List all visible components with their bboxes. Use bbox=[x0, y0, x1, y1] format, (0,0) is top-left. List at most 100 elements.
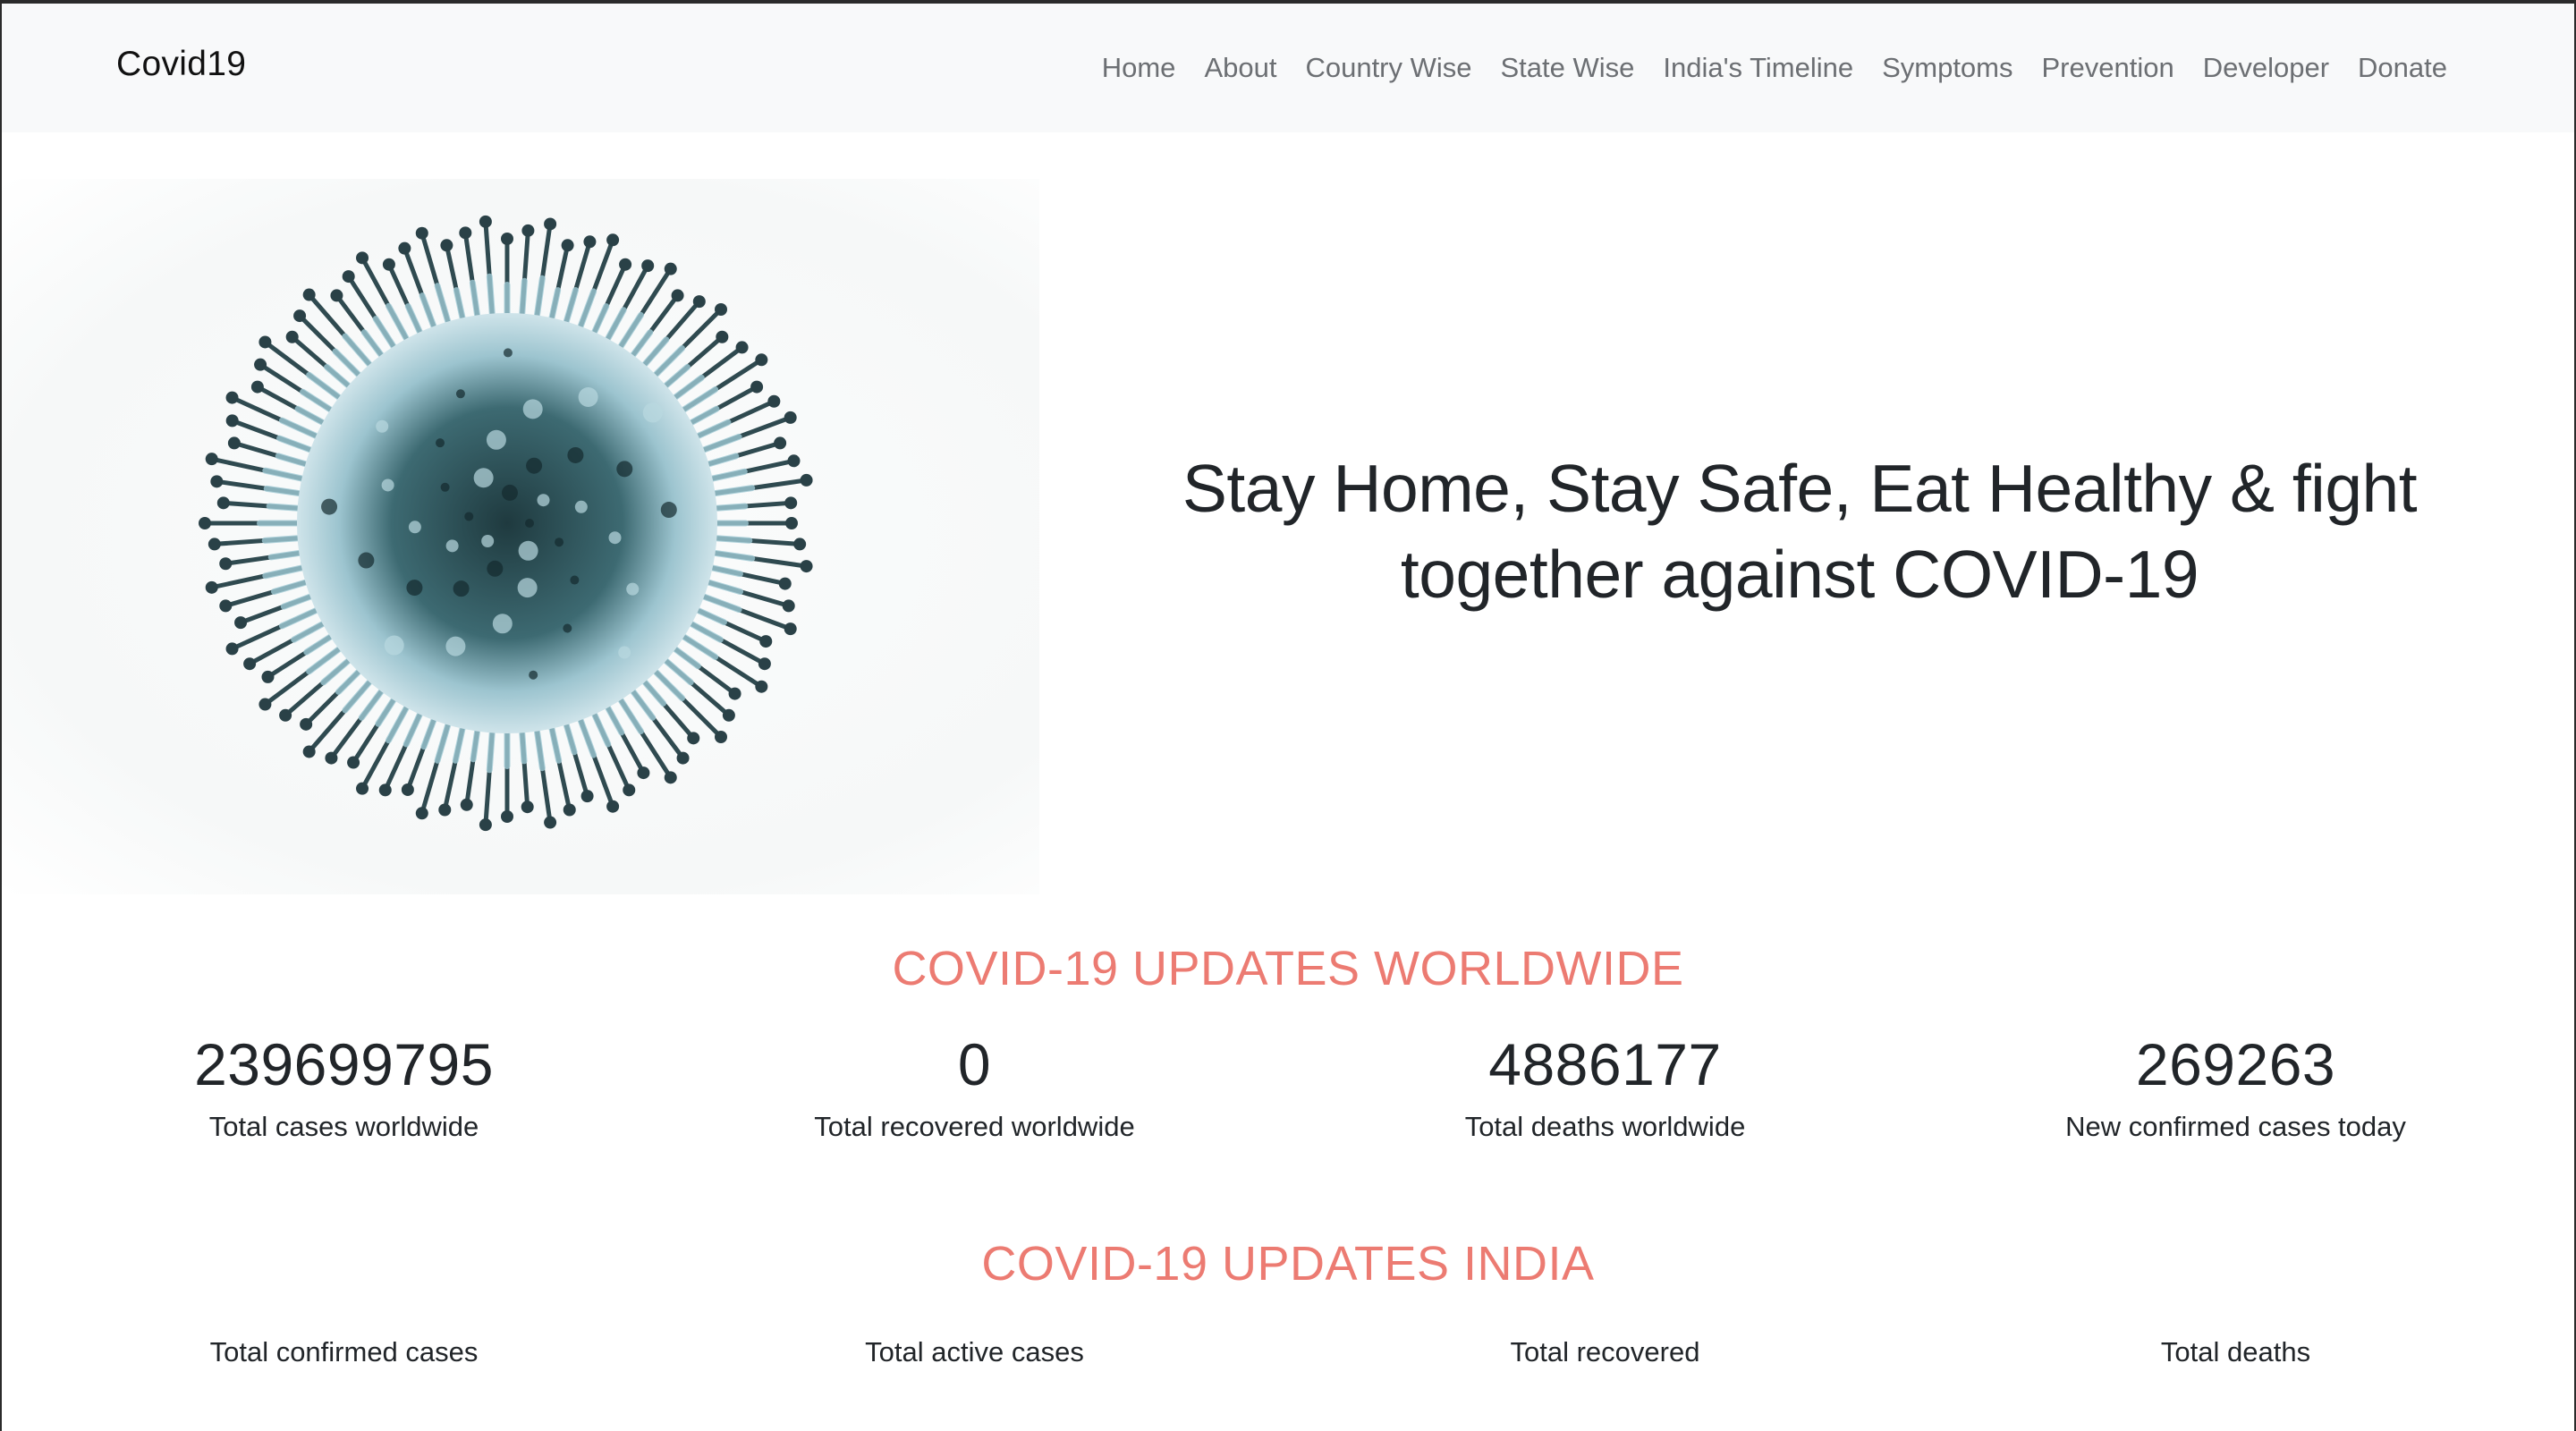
virus-spike-tip bbox=[501, 810, 513, 823]
stat-new-confirmed-today: 269263 New confirmed cases today bbox=[1920, 1030, 2551, 1143]
nav-link-prevention[interactable]: Prevention bbox=[2042, 52, 2174, 83]
virus-spike-tip bbox=[415, 226, 428, 240]
virus-texture-dot bbox=[503, 348, 513, 358]
hero-headline-line1: Stay Home, Stay Safe, Eat Healthy & figh… bbox=[1182, 451, 2418, 526]
virus-spike-tip bbox=[261, 670, 275, 683]
virus-spike-tip bbox=[755, 680, 768, 693]
virus-texture-dot bbox=[473, 468, 494, 488]
virus-spike-tip bbox=[501, 233, 513, 245]
virus-spike-tip bbox=[347, 756, 360, 769]
virus-spike-tip bbox=[687, 732, 700, 745]
india-stats: Total confirmed cases Total active cases… bbox=[29, 1256, 2551, 1368]
nav-link-about[interactable]: About bbox=[1204, 52, 1276, 83]
virus-spike-tip bbox=[356, 782, 369, 795]
stat-total-recovered-worldwide: 0 Total recovered worldwide bbox=[659, 1030, 1290, 1143]
virus-texture-dot bbox=[487, 560, 504, 577]
virus-texture-dot bbox=[481, 534, 495, 547]
virus-texture-dot bbox=[642, 402, 663, 423]
virus-spike-tip bbox=[521, 800, 534, 814]
virus-texture-dot bbox=[537, 494, 550, 507]
virus-spike-tip bbox=[342, 270, 355, 284]
stat-label: Total cases worldwide bbox=[208, 1111, 479, 1142]
virus-spike-tip bbox=[356, 251, 369, 265]
virus-texture-dot bbox=[436, 438, 445, 448]
virus-spike-tip bbox=[459, 226, 472, 240]
browser-viewport: Covid19 Home About Country Wise State Wi… bbox=[0, 0, 2576, 1431]
virus-spike-tip bbox=[716, 330, 729, 343]
virus-texture-dot bbox=[660, 502, 677, 519]
stat-value: 4886177 bbox=[1488, 1031, 1722, 1097]
virus-spike-tip bbox=[254, 358, 267, 371]
virus-spike-tip bbox=[438, 803, 452, 817]
virus-spike-tip bbox=[750, 380, 764, 394]
stat-label: Total active cases bbox=[865, 1336, 1084, 1367]
virus-spike-tip bbox=[606, 233, 620, 247]
virus-body bbox=[297, 313, 717, 733]
virus-spike-tip bbox=[784, 622, 797, 636]
virus-spike-tip bbox=[544, 217, 557, 231]
virus-texture-dot bbox=[578, 387, 598, 408]
nav-link-developer[interactable]: Developer bbox=[2203, 52, 2329, 83]
worldwide-stats: 239699795 Total cases worldwide 0 Total … bbox=[29, 1030, 2551, 1143]
nav-link-india-timeline[interactable]: India's Timeline bbox=[1663, 52, 1853, 83]
virus-spike-tip bbox=[692, 295, 706, 309]
virus-texture-dot bbox=[626, 582, 640, 596]
virus-spike-tip bbox=[580, 790, 594, 803]
virus-texture-dot bbox=[453, 580, 470, 597]
virus-spike-tip bbox=[440, 239, 453, 252]
virus-texture-dot bbox=[608, 531, 622, 545]
hero-headline-line2: together against COVID-19 bbox=[1400, 537, 2199, 612]
virus-spike-tip bbox=[293, 309, 307, 323]
virus-spike-tip bbox=[210, 475, 224, 488]
brand-link[interactable]: Covid19 bbox=[116, 45, 246, 84]
nav-link-home[interactable]: Home bbox=[1102, 52, 1176, 83]
virus-texture-dot bbox=[384, 635, 404, 656]
virus-spike-tip bbox=[243, 657, 257, 671]
virus-spike-tip bbox=[758, 657, 771, 671]
virus-texture-dot bbox=[455, 389, 465, 399]
virus-texture-dot bbox=[526, 457, 543, 474]
virus-texture-dot bbox=[445, 539, 459, 553]
virus-spike-tip bbox=[787, 454, 801, 468]
virus-spike-tip bbox=[759, 635, 773, 648]
stat-value bbox=[1290, 1256, 1920, 1324]
stat-value: 0 bbox=[957, 1031, 992, 1097]
virus-texture-dot bbox=[518, 540, 538, 561]
virus-spike-tip bbox=[800, 560, 813, 573]
virus-spike-tip bbox=[225, 414, 239, 428]
virus-spike-tip bbox=[606, 800, 620, 813]
stat-label: New confirmed cases today bbox=[2065, 1111, 2406, 1142]
virus-spike-tip bbox=[382, 258, 395, 271]
nav-link-donate[interactable]: Donate bbox=[2358, 52, 2447, 83]
stat-total-confirmed-india: Total confirmed cases bbox=[29, 1256, 659, 1368]
virus-spike-tip bbox=[234, 616, 248, 630]
nav-link-state-wise[interactable]: State Wise bbox=[1501, 52, 1635, 83]
virus-spike-tip bbox=[544, 816, 557, 829]
nav-link-symptoms[interactable]: Symptoms bbox=[1882, 52, 2012, 83]
virus-spike-tip bbox=[664, 262, 677, 275]
virus-spike-tip bbox=[325, 751, 338, 765]
worldwide-section-title: COVID-19 UPDATES WORLDWIDE bbox=[892, 942, 1684, 995]
virus-spike-tip bbox=[302, 288, 316, 301]
stat-total-deaths-worldwide: 4886177 Total deaths worldwide bbox=[1290, 1030, 1920, 1143]
stat-total-active-india: Total active cases bbox=[659, 1256, 1290, 1368]
nav-link-country-wise[interactable]: Country Wise bbox=[1305, 52, 1471, 83]
virus-spike-tip bbox=[722, 708, 735, 722]
virus-spike-tip bbox=[479, 215, 492, 228]
virus-spike-tip bbox=[784, 496, 798, 510]
virus-spike-tip bbox=[767, 394, 781, 408]
virus-texture-dot bbox=[406, 580, 423, 597]
virus-texture-dot bbox=[501, 484, 518, 501]
virus-texture-dot bbox=[517, 578, 538, 598]
virus-texture-dot bbox=[381, 478, 394, 492]
virus-texture-dot bbox=[555, 538, 564, 547]
virus-spike-tip bbox=[800, 473, 813, 487]
virus-texture-dot bbox=[492, 614, 513, 634]
virus-spike-tip bbox=[378, 783, 392, 797]
virus-spike-tip bbox=[676, 751, 690, 765]
virus-texture-dot bbox=[486, 429, 506, 450]
virus-spike-tip bbox=[785, 517, 798, 529]
stat-value: 239699795 bbox=[194, 1031, 494, 1097]
virus-spike-tip bbox=[227, 436, 241, 450]
stat-total-deaths-india: Total deaths bbox=[1920, 1256, 2551, 1368]
